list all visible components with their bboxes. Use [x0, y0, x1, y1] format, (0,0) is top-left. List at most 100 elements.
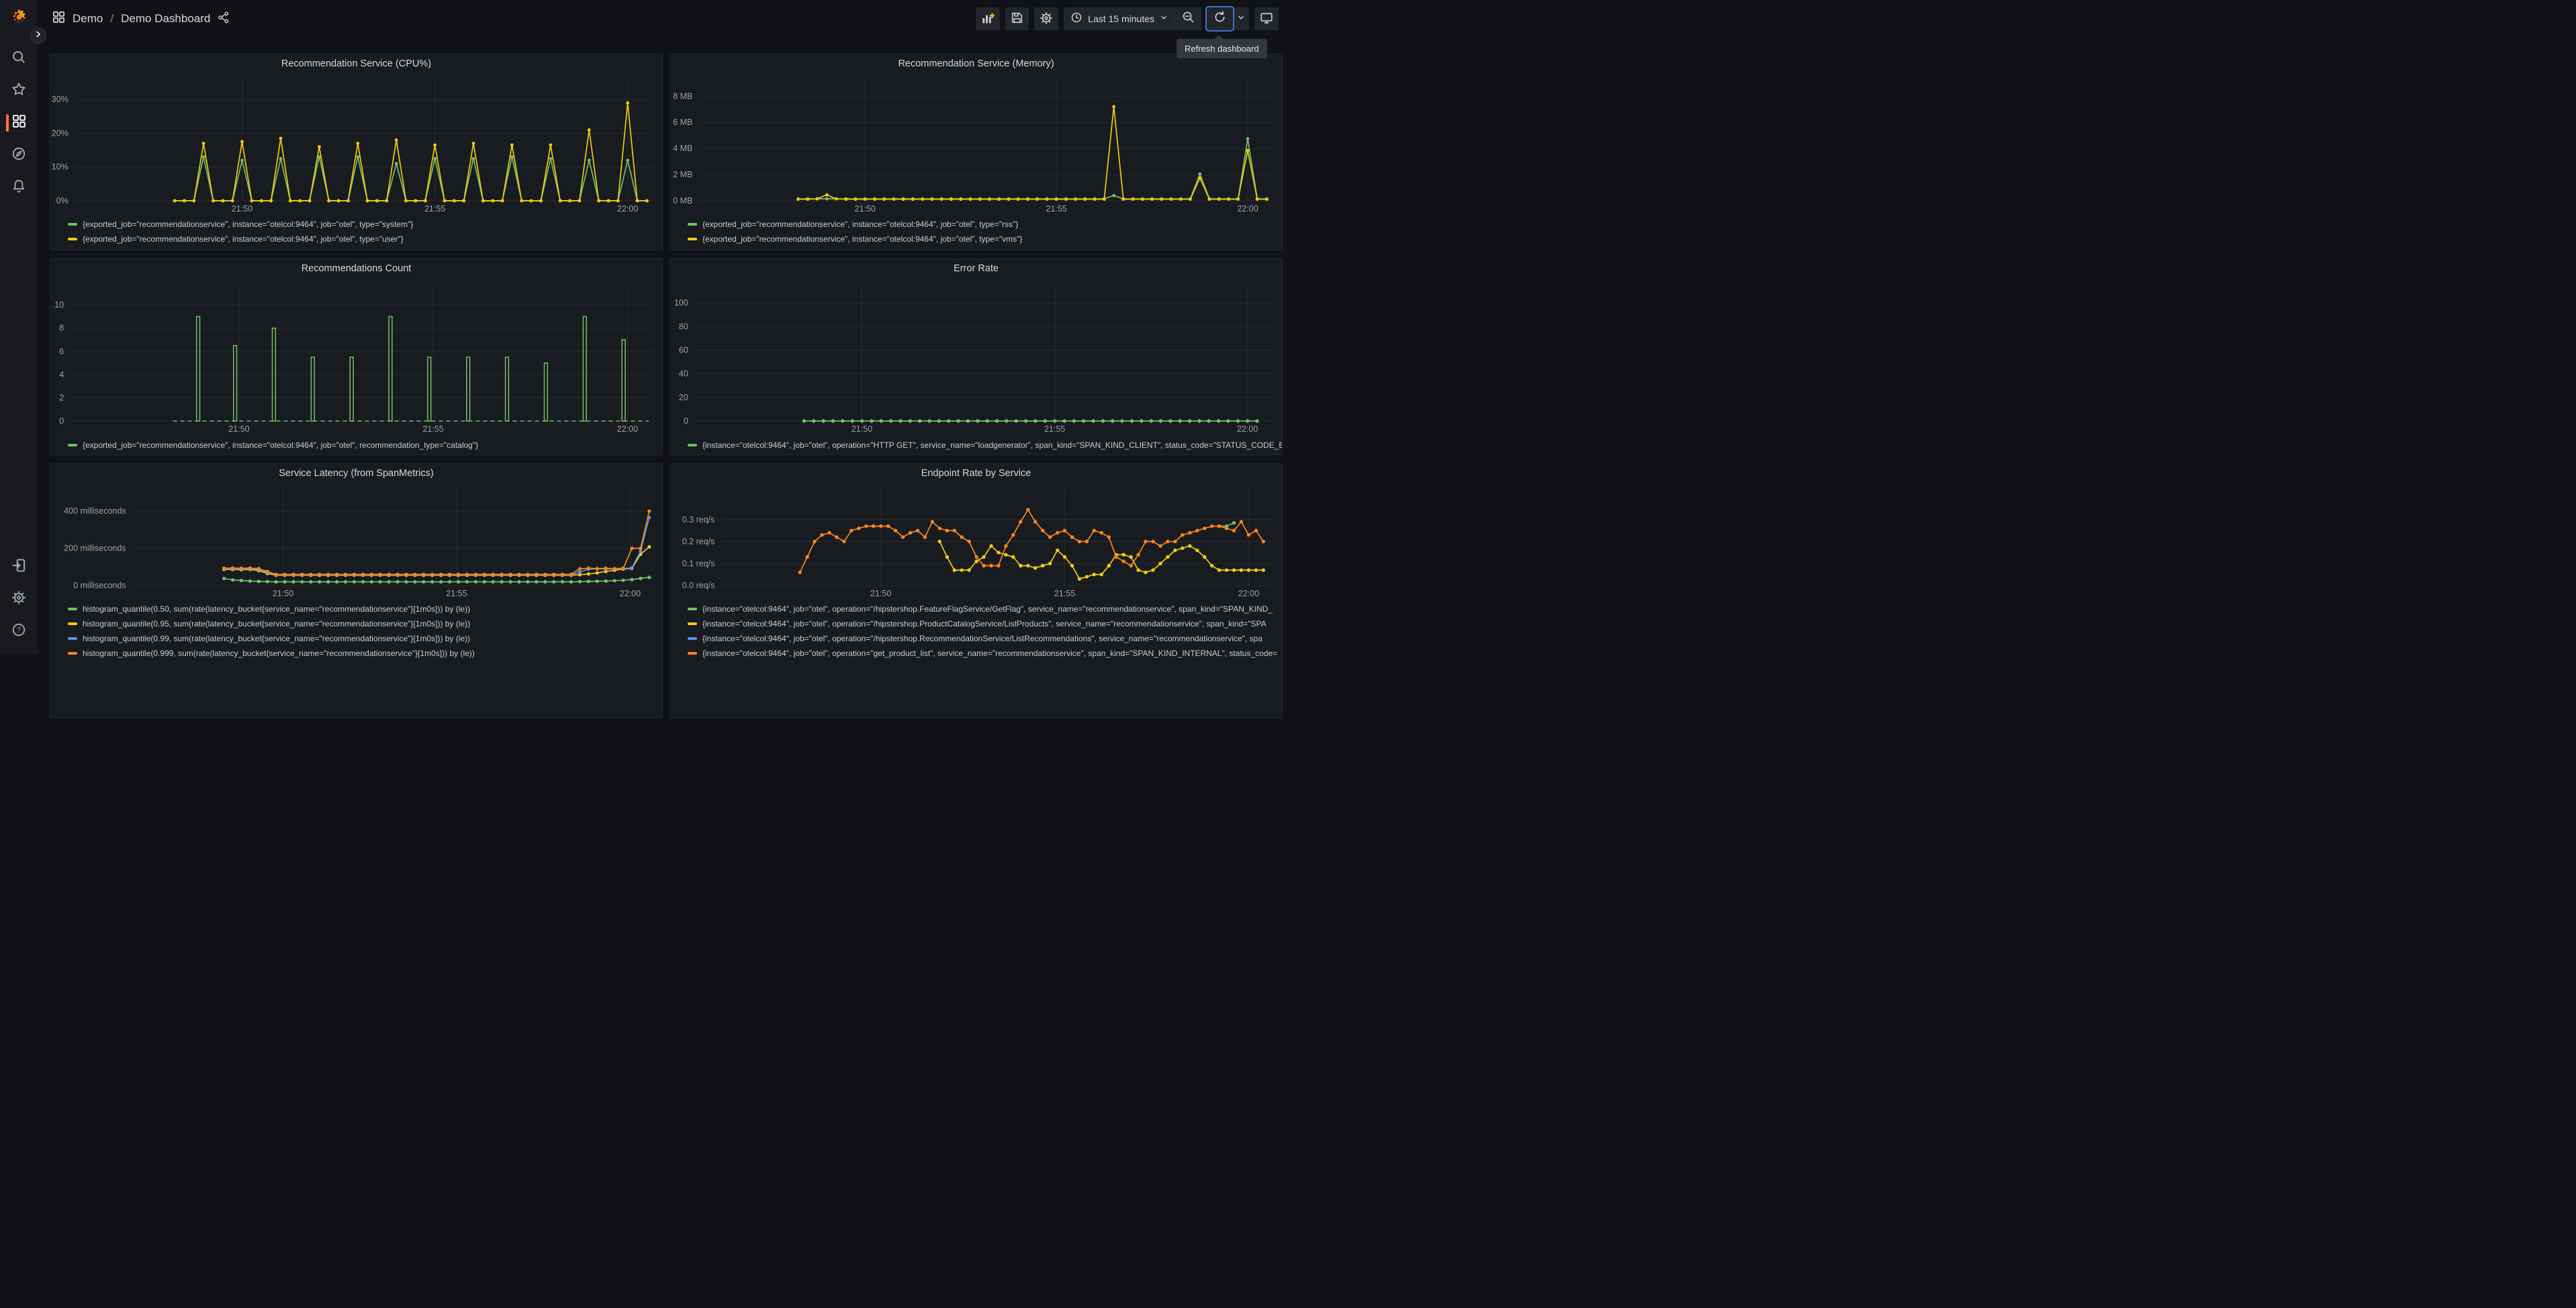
grafana-logo[interactable] — [9, 7, 29, 28]
legend-item[interactable]: {exported_job="recommendationservice", i… — [68, 218, 658, 230]
panel-title[interactable]: Recommendations Count — [50, 259, 662, 277]
sidebar-item-explore[interactable] — [0, 139, 38, 171]
svg-text:20: 20 — [679, 393, 688, 402]
refresh-dashboard-button[interactable] — [1207, 7, 1233, 30]
legend-item[interactable]: histogram_quantile(0.50, sum(rate(latenc… — [68, 602, 658, 615]
save-icon — [1011, 11, 1023, 26]
sidebar-item-dashboards[interactable] — [0, 107, 38, 139]
breadcrumb-section[interactable]: Demo — [73, 12, 103, 26]
panel-endpoint-rate: Endpoint Rate by Service 0.0 req/s 0.1 re… — [670, 463, 1283, 718]
legend-swatch — [688, 222, 697, 226]
panel-title[interactable]: Error Rate — [670, 259, 1282, 277]
dashboards-grid-icon[interactable] — [52, 11, 65, 27]
legend-item[interactable]: {instance="otelcol:9464", job="otel", op… — [688, 602, 1278, 615]
legend-label: histogram_quantile(0.95, sum(rate(latenc… — [83, 618, 471, 628]
legend-label: {instance="otelcol:9464", job="otel", op… — [702, 604, 1273, 614]
chart-svg: 0 MB 2 MB 4 MB 6 MB 8 MB 21:50 21:55 22:00 — [673, 79, 1273, 214]
svg-text:21:50: 21:50 — [273, 589, 293, 598]
svg-text:21:55: 21:55 — [446, 589, 467, 598]
sidebar-item-sign-in[interactable] — [0, 551, 38, 583]
dashboard-settings-button[interactable] — [1034, 7, 1059, 30]
refresh-interval-picker[interactable] — [1233, 7, 1249, 30]
legend-item[interactable]: histogram_quantile(0.95, sum(rate(latenc… — [68, 617, 658, 630]
panel-legend: {instance="otelcol:9464", job="otel", op… — [670, 600, 1282, 663]
svg-text:0.0 req/s: 0.0 req/s — [682, 581, 715, 590]
legend-swatch — [68, 607, 77, 610]
chevron-right-icon — [34, 30, 43, 42]
svg-text:0.3 req/s: 0.3 req/s — [682, 515, 715, 524]
svg-text:22:00: 22:00 — [1237, 204, 1258, 214]
svg-text:0.2 req/s: 0.2 req/s — [682, 537, 715, 547]
sidebar-item-help[interactable]: ? — [0, 615, 38, 647]
zoom-out-button[interactable] — [1175, 7, 1201, 30]
svg-text:200 milliseconds: 200 milliseconds — [64, 544, 126, 553]
service-latency-chart[interactable]: 0 milliseconds 200 milliseconds 400 millis… — [50, 482, 662, 600]
breadcrumb-page-title[interactable]: Demo Dashboard — [121, 12, 210, 26]
sign-in-icon — [11, 558, 26, 576]
legend-item[interactable]: histogram_quantile(0.99, sum(rate(latenc… — [68, 632, 658, 645]
svg-text:21:55: 21:55 — [1044, 424, 1065, 434]
svg-text:400 milliseconds: 400 milliseconds — [64, 506, 126, 516]
legend-item[interactable]: {exported_job="recommendationservice", i… — [688, 232, 1278, 245]
legend-item[interactable]: {exported_job="recommendationservice", i… — [68, 232, 658, 245]
sidebar-item-search[interactable] — [0, 42, 38, 75]
legend-item[interactable]: {instance="otelcol:9464", job="otel", op… — [688, 617, 1278, 630]
chart-svg: 0 2 4 6 8 10 21:50 21:55 22:00 — [54, 284, 653, 434]
sidebar-bottom-group: ? — [0, 551, 38, 654]
svg-text:21:50: 21:50 — [870, 589, 891, 598]
legend-label: {exported_job="recommendationservice", i… — [702, 219, 1019, 229]
svg-text:21:55: 21:55 — [1046, 204, 1066, 214]
sidebar-item-settings[interactable] — [0, 583, 38, 615]
panel-recommendation-service-cpu: Recommendation Service (CPU%) 0% 10% 20% 30… — [50, 54, 663, 250]
panel-legend: {exported_job="recommendationservice", i… — [670, 216, 1282, 249]
panel-legend: {exported_job="recommendationservice", i… — [50, 216, 662, 249]
chart-svg: 0 milliseconds 200 milliseconds 400 millis… — [64, 489, 653, 598]
panel-title[interactable]: Service Latency (from SpanMetrics) — [50, 464, 662, 482]
svg-text:100: 100 — [674, 298, 688, 308]
legend-item[interactable]: {instance="otelcol:9464", job="otel", op… — [688, 632, 1278, 645]
gear-icon — [1040, 11, 1053, 27]
svg-text:20%: 20% — [52, 128, 68, 138]
legend-swatch — [68, 622, 77, 625]
save-dashboard-button[interactable] — [1005, 7, 1029, 30]
error-rate-chart[interactable]: 0 20 40 60 80 100 21:50 21:55 22:00 — [670, 277, 1282, 437]
legend-label: {instance="otelcol:9464", job="otel", op… — [702, 440, 1282, 450]
svg-text:21:50: 21:50 — [855, 204, 876, 214]
sidebar-item-alerting[interactable] — [0, 171, 38, 203]
add-panel-button[interactable] — [976, 7, 1001, 30]
legend-item[interactable]: {exported_job="recommendationservice", i… — [688, 218, 1278, 230]
svg-text:22:00: 22:00 — [617, 424, 638, 434]
legend-item[interactable]: {instance="otelcol:9464", job="otel", op… — [688, 647, 1278, 659]
svg-text:4: 4 — [59, 370, 64, 379]
monitor-icon — [1260, 11, 1273, 27]
refresh-group — [1207, 7, 1249, 30]
svg-text:80: 80 — [679, 322, 688, 331]
share-icon[interactable] — [218, 11, 230, 27]
svg-text:21:50: 21:50 — [228, 424, 249, 434]
svg-text:22:00: 22:00 — [1238, 589, 1259, 598]
endpoint-rate-chart[interactable]: 0.0 req/s 0.1 req/s 0.2 req/s 0.3 req/s 21:5… — [670, 482, 1282, 600]
panel-title[interactable]: Recommendation Service (CPU%) — [50, 54, 662, 73]
top-header: Demo / Demo Dashboard Last 15 minutes — [38, 0, 1288, 38]
nav-sidebar: ? — [0, 0, 38, 654]
legend-item[interactable]: {exported_job="recommendationservice", i… — [68, 439, 658, 451]
time-range-picker[interactable]: Last 15 minutes — [1064, 7, 1175, 30]
panel-error-rate: Error Rate 0 20 40 60 80 100 21:50 21:55 22:00 {… — [670, 259, 1283, 455]
sidebar-item-starred[interactable] — [0, 75, 38, 107]
dashboard-toolbar: Last 15 minutes — [976, 7, 1279, 30]
sidebar-expand-button[interactable] — [30, 28, 46, 44]
legend-item[interactable]: {instance="otelcol:9464", job="otel", op… — [688, 439, 1282, 451]
legend-swatch — [688, 607, 697, 610]
legend-item[interactable]: histogram_quantile(0.999, sum(rate(laten… — [68, 647, 658, 659]
svg-text:10: 10 — [54, 300, 64, 310]
cycle-view-mode-button[interactable] — [1254, 7, 1279, 30]
memory-chart[interactable]: 0 MB 2 MB 4 MB 6 MB 8 MB 21:50 21:55 22:00 — [670, 73, 1282, 216]
chart-svg: 0% 10% 20% 30% 21:50 21:55 22:00 — [52, 79, 653, 214]
svg-text:21:50: 21:50 — [232, 204, 252, 214]
dashboard-panel-grid: Recommendation Service (CPU%) 0% 10% 20% 30… — [50, 54, 1283, 718]
star-icon — [11, 82, 26, 100]
panel-title[interactable]: Endpoint Rate by Service — [670, 464, 1282, 482]
cpu-chart[interactable]: 0% 10% 20% 30% 21:50 21:55 22:00 — [50, 73, 662, 216]
recommendations-count-chart[interactable]: 0 2 4 6 8 10 21:50 21:55 22:00 — [50, 277, 662, 437]
svg-text:21:55: 21:55 — [1054, 589, 1075, 598]
